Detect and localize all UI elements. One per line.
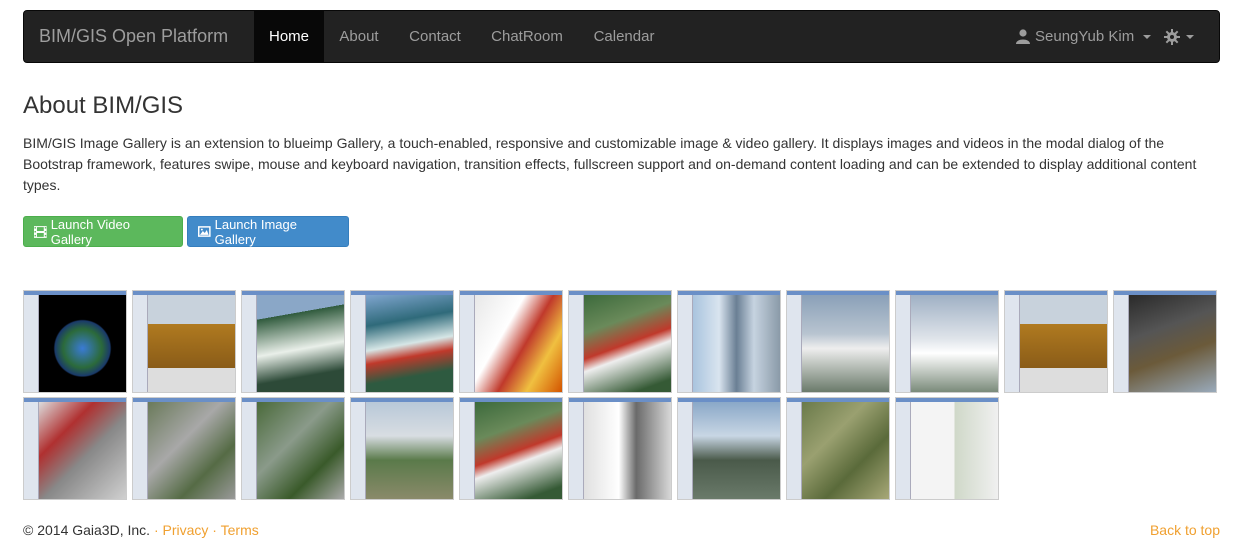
launch-video-gallery-label: Launch Video Gallery — [50, 216, 130, 247]
nav-contact[interactable]: Contact — [396, 11, 474, 62]
picture-icon — [198, 226, 211, 237]
film-icon — [34, 225, 47, 238]
gallery-thumbnail[interactable] — [132, 290, 236, 393]
gallery-thumbnail[interactable] — [1113, 290, 1217, 393]
launch-image-gallery-button[interactable]: Launch Image Gallery — [187, 216, 349, 247]
navbar: BIM/GIS Open Platform Home About Contact… — [23, 10, 1220, 63]
gallery-thumbnail[interactable] — [677, 290, 781, 393]
settings-menu[interactable] — [1164, 11, 1194, 62]
gallery-thumbnail[interactable] — [895, 397, 999, 500]
gallery-thumbnail[interactable] — [459, 290, 563, 393]
nav-about[interactable]: About — [325, 11, 393, 62]
gallery-thumbnail[interactable] — [568, 397, 672, 500]
chevron-down-icon — [1143, 34, 1152, 39]
back-to-top-link[interactable]: Back to top — [1150, 522, 1220, 538]
gallery-thumbnail[interactable] — [350, 397, 454, 500]
nav-calendar[interactable]: Calendar — [580, 11, 668, 62]
page-description: BIM/GIS Image Gallery is an extension to… — [23, 135, 1197, 193]
chevron-down-icon — [1186, 34, 1194, 39]
gallery-thumbnail[interactable] — [568, 290, 672, 393]
nav-chatroom[interactable]: ChatRoom — [478, 11, 576, 62]
gallery-thumbnail[interactable] — [895, 290, 999, 393]
user-menu[interactable]: SeungYub Kim — [1016, 11, 1152, 62]
brand-link[interactable]: BIM/GIS Open Platform — [39, 11, 228, 62]
gallery-thumbnail[interactable] — [350, 290, 454, 393]
gallery-thumbnail[interactable] — [786, 397, 890, 500]
privacy-link[interactable]: Privacy — [163, 522, 209, 538]
user-name: SeungYub Kim — [1035, 28, 1135, 45]
gallery-thumbnail[interactable] — [241, 397, 345, 500]
gallery-thumbnail[interactable] — [459, 397, 563, 500]
gallery-thumbnail[interactable] — [677, 397, 781, 500]
launch-image-gallery-label: Launch Image Gallery — [214, 216, 298, 247]
gallery-thumbnail[interactable] — [132, 397, 236, 500]
gallery-thumbnail[interactable] — [241, 290, 345, 393]
launch-video-gallery-button[interactable]: Launch Video Gallery — [23, 216, 183, 247]
footer-separator: · — [208, 522, 221, 538]
nav-home[interactable]: Home — [254, 11, 324, 62]
gallery-thumbnail[interactable] — [23, 397, 127, 500]
user-icon — [1016, 29, 1030, 44]
footer-separator: · — [150, 522, 163, 538]
gear-icon — [1164, 28, 1180, 45]
copyright-text: © 2014 Gaia3D, Inc. — [23, 522, 151, 538]
gallery-thumbnail[interactable] — [786, 290, 890, 393]
gallery-thumbnail[interactable] — [1004, 290, 1108, 393]
footer-copyright-line: © 2014 Gaia3D, Inc. · Privacy · Terms — [23, 522, 259, 538]
page-title: About BIM/GIS — [23, 92, 184, 119]
gallery-thumbnail[interactable] — [23, 290, 127, 393]
terms-link[interactable]: Terms — [221, 522, 259, 538]
